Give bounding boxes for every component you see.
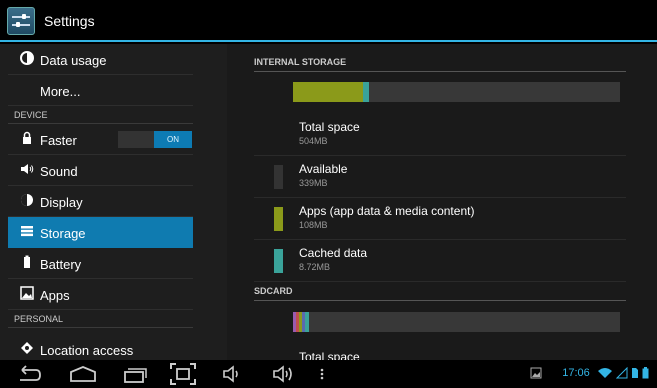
cached-segment [362,82,369,102]
sidebar-item-sound[interactable]: Sound [8,155,193,186]
sidebar-item-data-usage[interactable]: Data usage [8,44,193,75]
app-title: Settings [44,13,95,29]
row-title: Apps (app data & media content) [299,204,475,218]
back-icon[interactable] [16,364,42,384]
section-header-sdcard: SDCARD [254,286,626,301]
volume-down-icon[interactable] [222,364,244,384]
sidebar-item-label: Data usage [40,53,107,68]
storage-details[interactable]: INTERNAL STORAGE Total space 504MB Avail… [227,44,657,360]
sidebar-item-storage[interactable]: Storage [8,217,193,248]
data-usage-icon [20,51,34,65]
sidebar-item-battery[interactable]: Battery [8,248,193,279]
row-value: 339MB [299,178,328,188]
apps-swatch [274,207,283,231]
sound-icon [21,164,34,174]
navigation-bar: 17:06 [0,360,657,388]
faster-toggle[interactable]: ON [118,131,192,148]
sidebar-item-label: Display [40,195,83,210]
sidebar-item-location-access[interactable]: Location access [8,334,193,360]
sdcard-storage-bar [293,312,620,332]
row-title: Total space [299,350,360,360]
battery-icon [24,255,30,268]
sidebar-item-label: Battery [40,257,82,272]
status-area[interactable]: 17:06 [530,367,649,379]
available-swatch [274,165,283,189]
sidebar-item-display[interactable]: Display [8,186,193,217]
display-icon [21,194,33,206]
section-header-device: DEVICE [8,106,193,124]
location-icon [21,342,33,354]
apps-segment [293,82,363,102]
row-available: Available 339MB [254,156,626,198]
settings-list[interactable]: Data usage More... DEVICE Faster ON Soun… [0,44,227,360]
sidebar-item-label: More... [40,84,81,99]
volume-up-icon[interactable] [272,364,298,384]
action-bar: Settings [0,0,657,42]
row-value: 504MB [299,136,328,146]
sd-card-icon [631,368,638,379]
sidebar-item-faster[interactable]: Faster ON [8,124,193,155]
battery-status-icon [642,367,649,379]
settings-icon[interactable] [7,7,35,35]
row-cached-data[interactable]: Cached data 8.72MB [254,240,626,282]
sidebar-item-label: Storage [40,226,86,241]
sidebar-item-label: Location access [40,343,134,358]
row-title: Total space [299,120,360,134]
sidebar-item-label: Faster [40,133,77,148]
lock-icon [23,131,31,144]
row-title: Cached data [299,246,368,260]
screenshot-icon[interactable] [169,362,197,386]
sidebar-item-label: Apps [40,288,70,303]
row-apps[interactable]: Apps (app data & media content) 108MB [254,198,626,240]
sidebar-item-apps[interactable]: Apps [8,279,193,310]
section-header-personal: PERSONAL [8,310,193,328]
sidebar-item-label: Sound [40,164,78,179]
storage-icon [21,226,33,237]
recent-apps-icon[interactable] [122,364,148,384]
signal-icon [615,367,628,379]
row-value: 108MB [299,220,328,230]
sidebar-item-more[interactable]: More... [8,75,193,106]
row-total-space: Total space 504MB [254,114,626,156]
sdcard-segment [305,312,309,332]
clock: 17:06 [562,367,590,379]
apps-icon [20,286,34,300]
home-icon[interactable] [68,364,98,384]
row-title: Available [299,162,348,176]
menu-icon[interactable] [318,364,326,384]
row-value: 8.72MB [299,262,331,272]
toggle-on-label: ON [154,131,192,148]
cached-swatch [274,249,283,273]
internal-storage-bar [293,82,620,102]
wifi-icon [597,368,612,379]
section-header-internal-storage: INTERNAL STORAGE [254,57,626,72]
gallery-icon [530,367,542,379]
row-sdcard-total-space: Total space [254,344,626,360]
